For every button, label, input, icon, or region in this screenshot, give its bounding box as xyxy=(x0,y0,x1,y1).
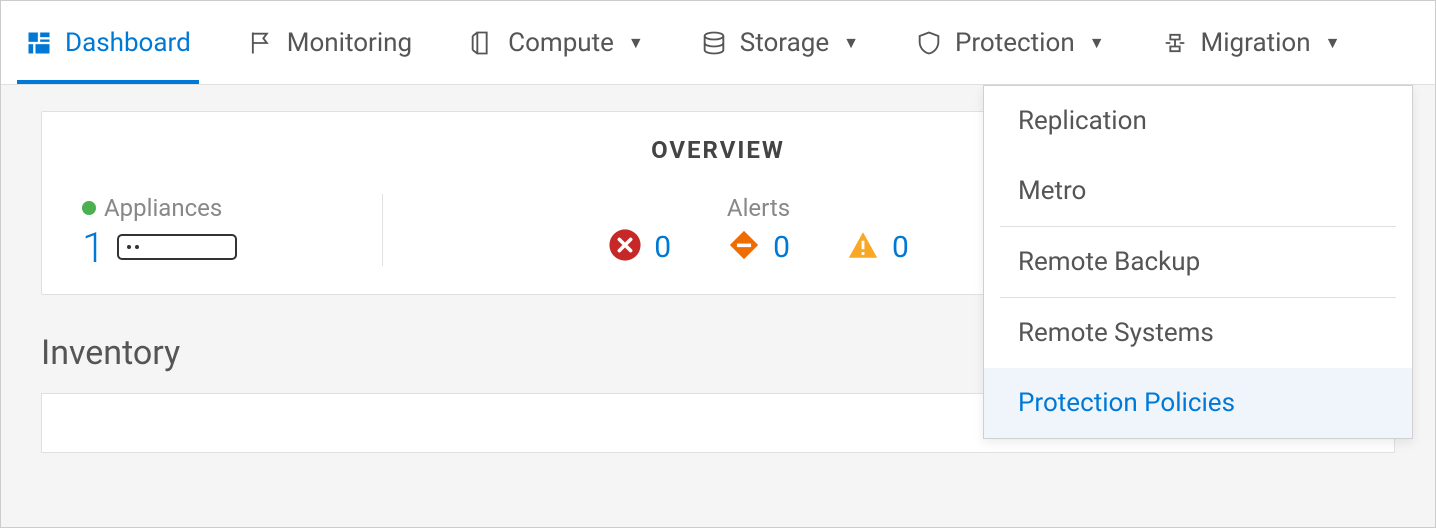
status-dot-icon xyxy=(82,201,96,215)
overview-appliances: Appliances 1 xyxy=(82,194,382,270)
compute-icon xyxy=(468,29,496,57)
nav-compute[interactable]: Compute ▼ xyxy=(464,1,648,84)
alert-critical[interactable]: 0 xyxy=(608,228,671,266)
nav-protection-label: Protection xyxy=(955,28,1075,58)
menu-remote-systems[interactable]: Remote Systems xyxy=(984,298,1412,368)
dashboard-icon xyxy=(25,29,53,57)
nav-storage[interactable]: Storage ▼ xyxy=(696,1,863,84)
content-area: OVERVIEW Appliances 1 Alerts xyxy=(1,85,1435,479)
caret-down-icon: ▼ xyxy=(1325,33,1341,53)
alert-major[interactable]: 0 xyxy=(727,228,790,266)
menu-replication[interactable]: Replication xyxy=(984,86,1412,156)
protection-dropdown: Replication Metro Remote Backup Remote S… xyxy=(983,85,1413,439)
critical-icon xyxy=(608,228,642,266)
storage-icon xyxy=(700,29,728,57)
warning-icon xyxy=(846,228,880,266)
flag-icon xyxy=(247,29,275,57)
caret-down-icon: ▼ xyxy=(843,33,859,53)
alert-major-count: 0 xyxy=(773,230,790,265)
major-icon xyxy=(727,228,761,266)
migration-icon xyxy=(1161,29,1189,57)
nav-monitoring-label: Monitoring xyxy=(287,28,412,58)
alert-warning-count: 0 xyxy=(892,230,909,265)
nav-migration[interactable]: Migration ▼ xyxy=(1157,1,1345,84)
alerts-label: Alerts xyxy=(727,194,790,222)
nav-migration-label: Migration xyxy=(1201,28,1311,58)
nav-compute-label: Compute xyxy=(508,28,614,58)
shield-icon xyxy=(915,29,943,57)
menu-protection-policies[interactable]: Protection Policies xyxy=(984,368,1412,438)
nav-monitoring[interactable]: Monitoring xyxy=(243,1,416,84)
appliance-icon xyxy=(117,234,237,264)
menu-metro[interactable]: Metro xyxy=(984,156,1412,226)
alert-warning[interactable]: 0 xyxy=(846,228,909,266)
nav-protection[interactable]: Protection ▼ xyxy=(911,1,1109,84)
nav-dashboard-label: Dashboard xyxy=(65,28,191,58)
appliances-count: 1 xyxy=(82,228,105,270)
nav-storage-label: Storage xyxy=(740,28,829,58)
caret-down-icon: ▼ xyxy=(628,33,644,53)
top-nav: Dashboard Monitoring Compute ▼ Storage ▼… xyxy=(1,1,1435,85)
nav-dashboard[interactable]: Dashboard xyxy=(21,1,195,84)
caret-down-icon: ▼ xyxy=(1089,33,1105,53)
menu-remote-backup[interactable]: Remote Backup xyxy=(984,227,1412,297)
appliances-label: Appliances xyxy=(104,194,222,222)
alert-critical-count: 0 xyxy=(654,230,671,265)
